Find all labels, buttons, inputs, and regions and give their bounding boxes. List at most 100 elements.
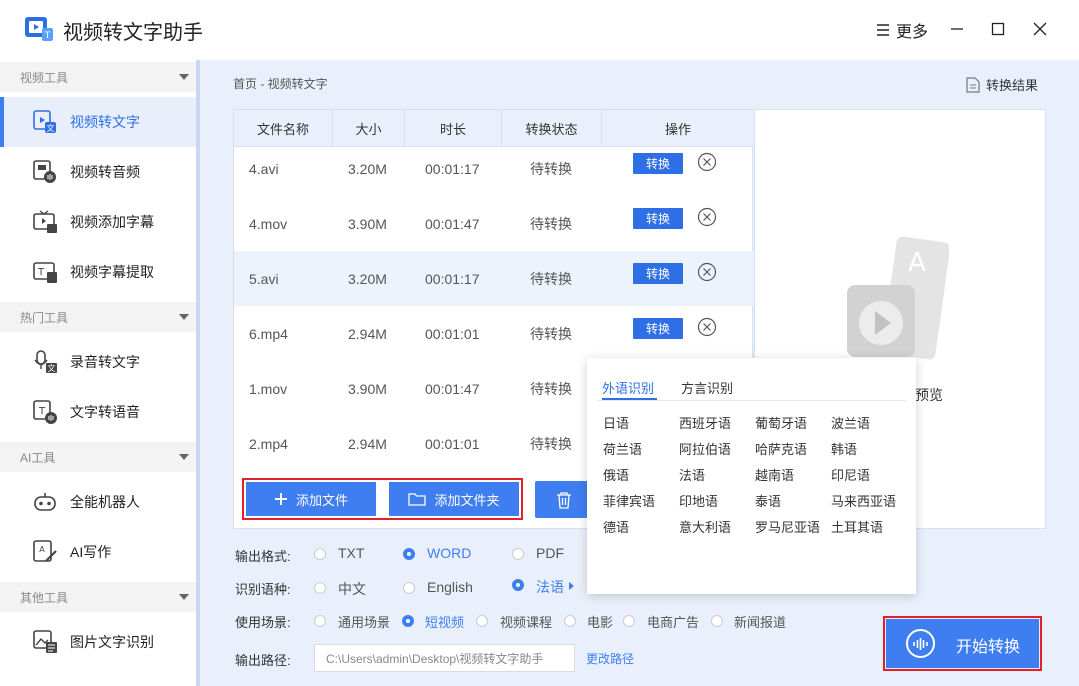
close-window-button[interactable] [1029,18,1051,40]
start-conversion-button[interactable]: 开始转换 [886,619,1039,668]
option-txt[interactable]: TXT [338,545,364,561]
remove-file-icon[interactable] [697,207,717,227]
language-option-french[interactable]: 法语 [679,465,705,484]
option-pdf[interactable]: PDF [536,545,564,561]
file-status: 待转换 [530,215,572,232]
category-ai-tools[interactable]: AI工具 [0,442,196,472]
radio-chinese[interactable] [314,582,326,594]
sidebar-item-image-ocr[interactable]: 图片文字识别 [0,617,196,667]
file-duration: 00:01:01 [425,435,480,452]
option-video-course[interactable]: 视频课程 [500,612,552,631]
add-folder-button[interactable]: 添加文件夹 [389,482,519,516]
svg-text:文: 文 [47,123,55,133]
convert-button[interactable]: 转换 [633,153,683,174]
language-option-thai[interactable]: 泰语 [755,491,781,510]
tab-dialects[interactable]: 方言识别 [681,378,733,397]
sidebar-item-extract-subtitle[interactable]: T 视频字幕提取 [0,247,196,297]
radio-word[interactable] [403,548,415,560]
radio-pdf[interactable] [512,548,524,560]
table-row[interactable]: 6.mp4 2.94M 00:01:01 待转换 转换 [234,306,754,361]
language-option-vietnamese[interactable]: 越南语 [755,465,794,484]
sidebar-item-recording-to-text[interactable]: 文 录音转文字 [0,337,196,387]
conversion-result-link[interactable]: 转换结果 [966,75,1038,94]
category-video-tools[interactable]: 视频工具 [0,62,196,92]
convert-button[interactable]: 转换 [633,263,683,284]
radio-txt[interactable] [314,548,326,560]
category-other-tools[interactable]: 其他工具 [0,582,196,612]
language-option-hindi[interactable]: 印地语 [679,491,718,510]
language-option-portuguese[interactable]: 葡萄牙语 [755,413,807,432]
file-duration: 00:01:17 [425,160,480,177]
language-option-polish[interactable]: 波兰语 [831,413,870,432]
waveform-icon [906,629,935,658]
language-option-spanish[interactable]: 西班牙语 [679,413,731,432]
sidebar-item-label: 录音转文字 [70,354,140,370]
sidebar-item-robot[interactable]: 全能机器人 [0,477,196,527]
category-hot-tools[interactable]: 热门工具 [0,302,196,332]
language-option-arabic[interactable]: 阿拉伯语 [679,439,731,458]
radio-general-scene[interactable] [314,615,326,627]
option-general-scene[interactable]: 通用场景 [338,612,390,631]
table-row[interactable]: 4.mov 3.90M 00:01:47 待转换 转换 [234,196,754,251]
sidebar-item-text-to-speech[interactable]: T 文字转语音 [0,387,196,437]
language-option-filipino[interactable]: 菲律宾语 [603,491,655,510]
tab-divider [597,400,906,401]
convert-button[interactable]: 转换 [633,208,683,229]
language-option-korean[interactable]: 韩语 [831,439,857,458]
svg-text:T: T [38,406,46,417]
file-duration: 00:01:01 [425,325,480,342]
category-label: 热门工具 [20,310,69,325]
option-word[interactable]: WORD [427,545,471,561]
caret-right-icon[interactable] [568,581,575,591]
radio-movie[interactable] [564,615,576,627]
sidebar-item-video-to-audio[interactable]: 视频转音频 [0,147,196,197]
sidebar-item-label: 图片文字识别 [70,634,154,650]
tab-foreign-languages[interactable]: 外语识别 [602,378,654,397]
sidebar-item-ai-writing[interactable]: A AI写作 [0,527,196,577]
file-name: 1.mov [249,380,288,397]
language-option-turkish[interactable]: 土耳其语 [831,517,883,536]
option-news[interactable]: 新闻报道 [734,612,786,631]
option-french[interactable]: 法语 [536,577,564,597]
minimize-button[interactable] [946,18,968,40]
sidebar-item-video-to-text[interactable]: 文 视频转文字 [0,97,196,147]
ai-writing-icon: A [33,540,57,562]
language-option-kazakh[interactable]: 哈萨克语 [755,439,807,458]
radio-ecommerce-ad[interactable] [623,615,635,627]
sidebar-item-add-subtitle[interactable]: 视频添加字幕 [0,197,196,247]
radio-news[interactable] [711,615,723,627]
option-ecommerce-ad[interactable]: 电商广告 [647,612,699,631]
radio-french[interactable] [512,579,524,591]
sidebar-item-label: AI写作 [70,544,112,560]
language-option-malay[interactable]: 马来西亚语 [831,491,896,510]
remove-file-icon[interactable] [697,262,717,282]
file-size: 3.90M [348,215,387,232]
option-english[interactable]: English [427,579,473,595]
option-short-video[interactable]: 短视频 [425,612,464,631]
table-row[interactable]: 4.avi 3.20M 00:01:17 待转换 转换 [234,141,754,196]
table-row[interactable]: 5.avi 3.20M 00:01:17 待转换 转换 [234,251,754,306]
menu-icon [877,24,889,36]
remove-file-icon[interactable] [697,317,717,337]
radio-video-course[interactable] [476,615,488,627]
language-option-japanese[interactable]: 日语 [603,413,629,432]
remove-file-icon[interactable] [697,152,717,172]
convert-button[interactable]: 转换 [633,318,683,339]
more-menu-button[interactable]: 更多 [876,20,928,41]
language-option-romanian[interactable]: 罗马尼亚语 [755,517,820,536]
clear-list-button[interactable] [535,481,593,518]
maximize-button[interactable] [987,18,1009,40]
language-option-russian[interactable]: 俄语 [603,465,629,484]
option-movie[interactable]: 电影 [587,612,613,631]
change-path-link[interactable]: 更改路径 [586,650,634,667]
language-option-indonesian[interactable]: 印尼语 [831,465,870,484]
language-option-german[interactable]: 德语 [603,517,629,536]
language-option-dutch[interactable]: 荷兰语 [603,439,642,458]
add-file-button[interactable]: 添加文件 [246,482,376,516]
output-format-label: 输出格式: [235,549,291,564]
radio-short-video[interactable] [402,615,414,627]
language-option-italian[interactable]: 意大利语 [679,517,731,536]
radio-english[interactable] [403,582,415,594]
option-chinese[interactable]: 中文 [338,579,366,599]
output-path-input[interactable] [314,644,575,672]
